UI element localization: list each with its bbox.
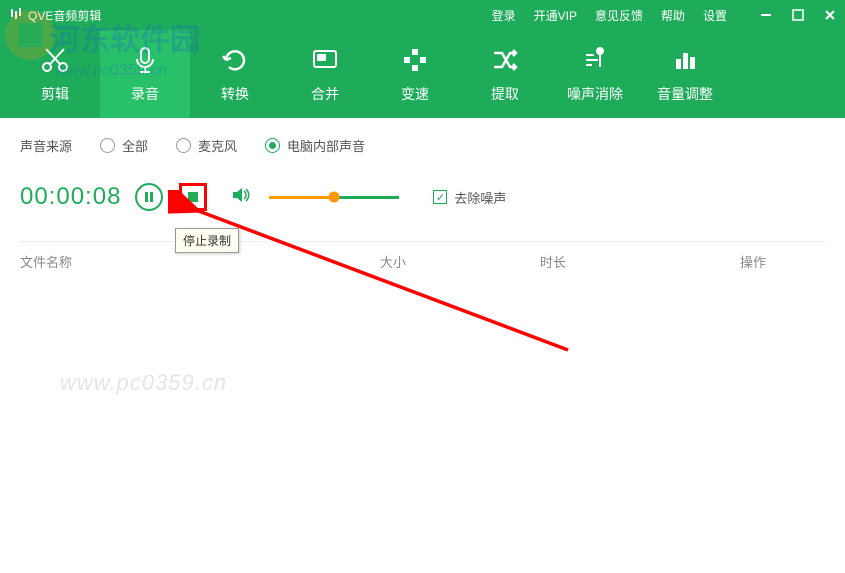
main-toolbar: 剪辑 录音 转换 合并 变速 提取 噪声消除 xyxy=(0,30,845,118)
link-feedback[interactable]: 意见反馈 xyxy=(595,7,643,24)
volume-slider[interactable] xyxy=(269,196,399,199)
recording-timer: 00:00:08 xyxy=(20,183,121,211)
radio-system-audio[interactable]: 电脑内部声音 xyxy=(265,136,365,155)
radio-microphone[interactable]: 麦克风 xyxy=(176,136,237,155)
refresh-icon xyxy=(219,44,251,76)
denoise-checkbox[interactable]: ✓ 去除噪声 xyxy=(433,188,506,207)
titlebar: QVE音频剪辑 登录 开通VIP 意见反馈 帮助 设置 xyxy=(0,0,845,30)
source-label: 声音来源 xyxy=(20,136,72,155)
tool-record[interactable]: 录音 xyxy=(100,30,190,118)
merge-icon xyxy=(309,44,341,76)
app-title: QVE音频剪辑 xyxy=(28,7,101,24)
col-action: 操作 xyxy=(740,252,825,271)
tool-merge[interactable]: 合并 xyxy=(280,30,370,118)
noise-icon xyxy=(579,44,611,76)
mic-icon xyxy=(129,44,161,76)
pause-button[interactable] xyxy=(135,183,163,211)
radio-circle-icon xyxy=(176,138,191,153)
bars-icon xyxy=(669,44,701,76)
app-icon xyxy=(8,7,24,23)
volume-thumb[interactable] xyxy=(329,192,340,203)
link-settings[interactable]: 设置 xyxy=(703,7,727,24)
speed-icon xyxy=(399,44,431,76)
col-filename: 文件名称 xyxy=(20,252,380,271)
tool-speed[interactable]: 变速 xyxy=(370,30,460,118)
radio-circle-icon xyxy=(100,138,115,153)
stop-button[interactable] xyxy=(179,183,207,211)
radio-all[interactable]: 全部 xyxy=(100,136,148,155)
col-duration: 时长 xyxy=(540,252,740,271)
pause-icon xyxy=(143,191,155,203)
maximize-button[interactable] xyxy=(791,8,805,22)
link-login[interactable]: 登录 xyxy=(492,7,516,24)
content-area: 声音来源 全部 麦克风 电脑内部声音 00:00:08 ✓ 去除噪声 xyxy=(0,118,845,299)
stop-tooltip: 停止录制 xyxy=(175,228,239,253)
tool-extract[interactable]: 提取 xyxy=(460,30,550,118)
scissors-icon xyxy=(39,44,71,76)
audio-source-row: 声音来源 全部 麦克风 电脑内部声音 xyxy=(20,136,825,155)
minimize-button[interactable] xyxy=(759,8,773,22)
close-button[interactable] xyxy=(823,8,837,22)
tool-convert[interactable]: 转换 xyxy=(190,30,280,118)
tool-volume[interactable]: 音量调整 xyxy=(640,30,730,118)
volume-icon xyxy=(231,186,251,209)
radio-circle-icon xyxy=(265,138,280,153)
stop-icon xyxy=(188,192,198,202)
file-table-header: 文件名称 大小 时长 操作 xyxy=(20,241,825,281)
tool-clip[interactable]: 剪辑 xyxy=(10,30,100,118)
shuffle-icon xyxy=(489,44,521,76)
link-help[interactable]: 帮助 xyxy=(661,7,685,24)
checkbox-icon: ✓ xyxy=(433,190,447,204)
col-size: 大小 xyxy=(380,252,540,271)
recording-controls: 00:00:08 ✓ 去除噪声 xyxy=(20,183,825,211)
tool-denoise[interactable]: 噪声消除 xyxy=(550,30,640,118)
link-vip[interactable]: 开通VIP xyxy=(534,7,577,24)
watermark-url: www.pc0359.cn xyxy=(60,370,227,396)
